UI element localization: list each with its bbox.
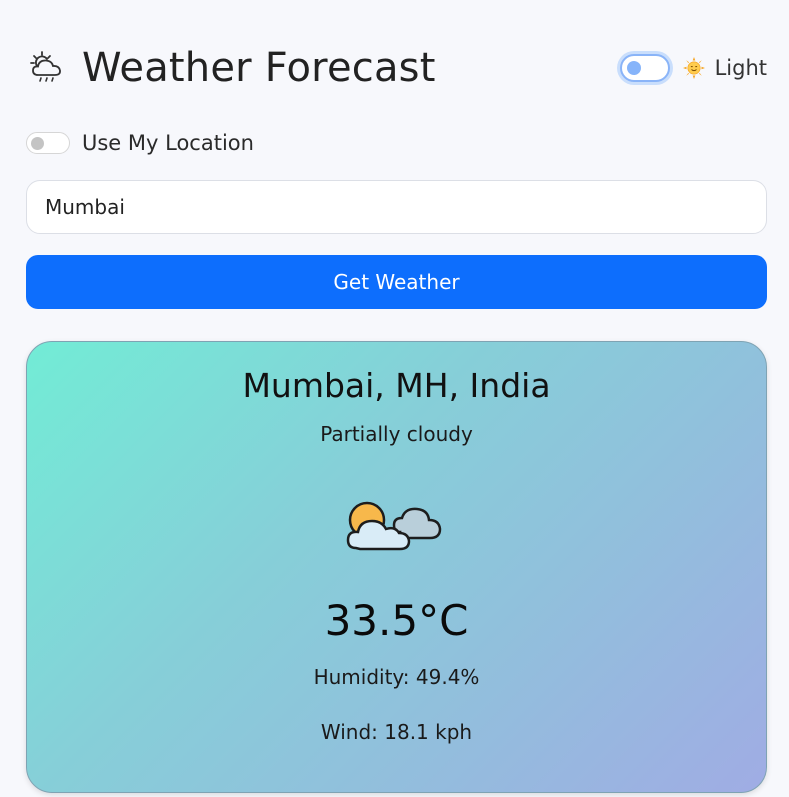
title-group: Weather Forecast xyxy=(28,45,436,91)
theme-toggle-knob xyxy=(626,61,641,75)
sun-face-icon xyxy=(682,56,706,80)
use-location-label: Use My Location xyxy=(82,131,254,155)
use-location-knob xyxy=(31,137,44,150)
page-title: Weather Forecast xyxy=(82,45,436,91)
app-header: Weather Forecast Light xyxy=(28,40,767,96)
get-weather-button[interactable]: Get Weather xyxy=(26,255,767,309)
theme-label: Light xyxy=(714,56,767,80)
humidity-value: Humidity: 49.4% xyxy=(313,665,480,689)
weather-condition: Partially cloudy xyxy=(320,422,473,446)
weather-location: Mumbai, MH, India xyxy=(242,366,551,405)
use-location-switch[interactable] xyxy=(26,132,70,154)
city-search-input[interactable] xyxy=(26,180,767,234)
theme-toggle-switch[interactable] xyxy=(619,54,670,82)
weather-app: Weather Forecast Light Use My Location M… xyxy=(0,0,789,797)
partly-cloudy-icon xyxy=(342,492,452,562)
cloud-rain-sun-icon xyxy=(28,48,68,88)
wind-value: Wind: 18.1 kph xyxy=(320,720,473,744)
use-location-toggle-row: Use My Location xyxy=(26,128,254,158)
theme-toggle-group: Light xyxy=(619,54,767,82)
weather-card: Mumbai, MH, India Partially cloudy 33.5°… xyxy=(26,341,767,793)
temperature-value: 33.5°C xyxy=(324,596,469,645)
